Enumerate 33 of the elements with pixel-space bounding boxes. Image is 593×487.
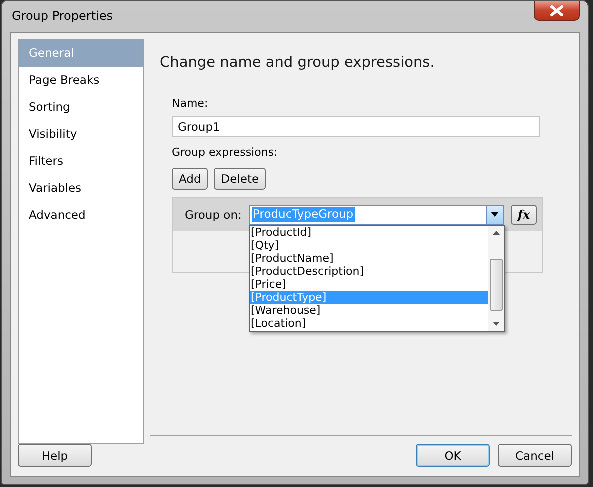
name-label: Name:: [172, 97, 208, 110]
caret-icon: [491, 212, 499, 217]
scrollbar[interactable]: [488, 226, 504, 330]
dropdown-button[interactable]: [486, 206, 503, 224]
dialog-button[interactable]: OK: [416, 444, 490, 467]
dialog-button[interactable]: Help: [18, 444, 92, 467]
name-field[interactable]: Group1: [172, 116, 540, 137]
dropdown-item[interactable]: [ProductName]: [250, 252, 488, 264]
window-title: Group Properties: [12, 9, 113, 23]
toolbar-button[interactable]: Add: [172, 168, 208, 190]
sidebar-item[interactable]: Visibility: [19, 121, 143, 148]
sidebar-item[interactable]: Variables: [19, 175, 143, 202]
expression-button[interactable]: fx: [511, 204, 537, 224]
group-expressions-label: Group expressions:: [172, 146, 278, 159]
group-on-label: Group on:: [185, 208, 243, 222]
sidebar-item[interactable]: Page Breaks: [19, 67, 143, 94]
dropdown-item[interactable]: [Price]: [250, 278, 488, 290]
sidebar-item[interactable]: Filters: [19, 148, 143, 175]
dropdown-item[interactable]: [Location]: [250, 316, 488, 330]
dropdown-item[interactable]: [Qty]: [250, 238, 488, 252]
dropdown-item[interactable]: [ProductId]: [250, 226, 488, 238]
dropdown-item[interactable]: [Warehouse]: [250, 304, 488, 316]
close-icon: [549, 4, 565, 16]
page-heading: Change name and group expressions.: [160, 55, 436, 71]
toolbar-button[interactable]: Delete: [214, 168, 266, 190]
sidebar-item[interactable]: Advanced: [19, 202, 143, 229]
dropdown-item[interactable]: [ProductDescription]: [250, 264, 488, 278]
scroll-down-icon[interactable]: [492, 322, 500, 326]
scroll-thumb[interactable]: [490, 259, 502, 311]
combo-value: ProducTypeGroup: [252, 207, 355, 222]
close-button[interactable]: [534, 1, 580, 21]
dialog-button[interactable]: Cancel: [498, 444, 572, 467]
sidebar-item[interactable]: Sorting: [19, 94, 143, 121]
